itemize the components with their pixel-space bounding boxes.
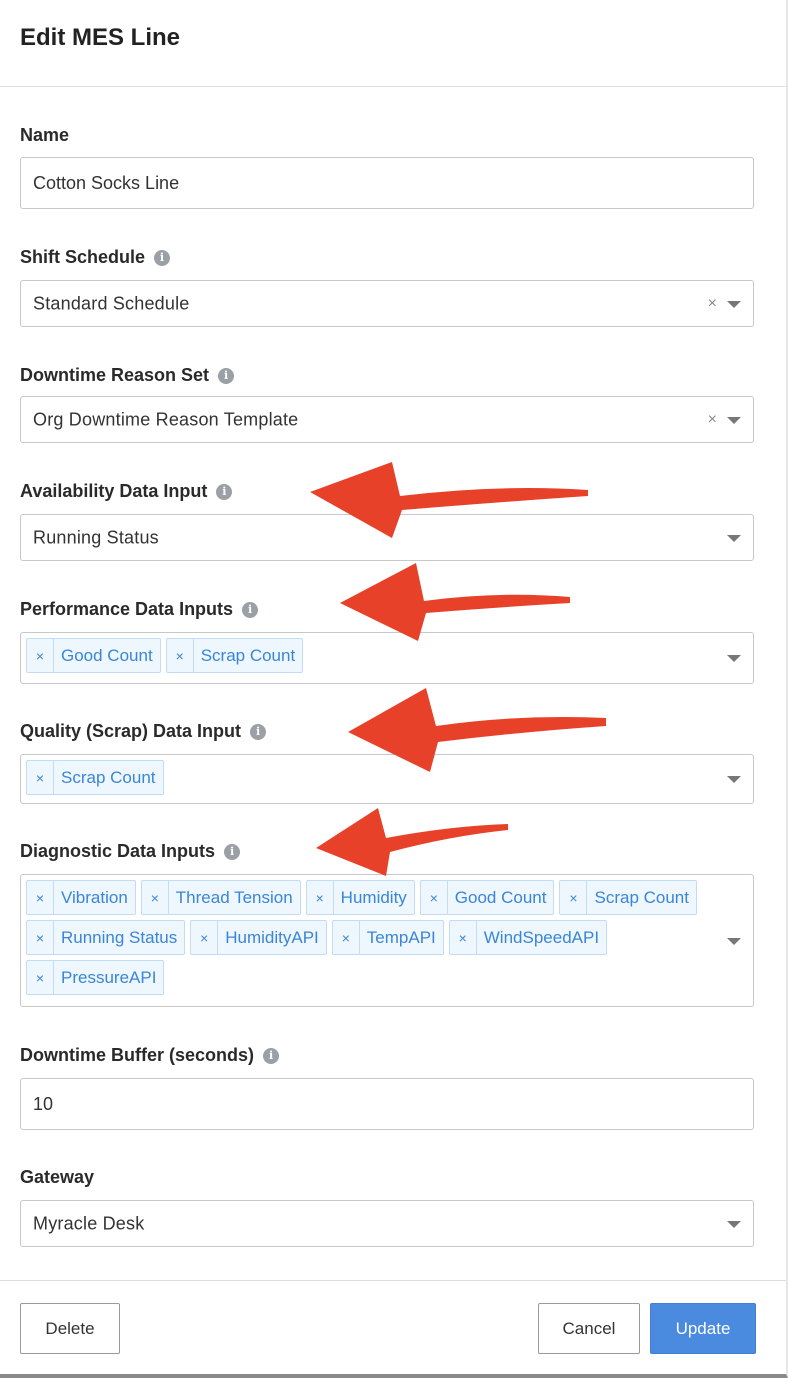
shift-schedule-label: Shift Schedule i bbox=[20, 247, 171, 268]
tag-remove-icon[interactable]: × bbox=[142, 881, 169, 914]
chevron-down-icon[interactable] bbox=[727, 1220, 741, 1228]
availability-label-text: Availability Data Input bbox=[20, 481, 208, 501]
downtime-reason-set-label: Downtime Reason Set i bbox=[20, 365, 235, 386]
tag-label: Scrap Count bbox=[594, 887, 689, 907]
name-label: Name bbox=[20, 125, 69, 146]
chevron-down-icon[interactable] bbox=[727, 776, 741, 783]
tag-label: WindSpeedAPI bbox=[483, 927, 600, 947]
tag: × WindSpeedAPI bbox=[448, 920, 608, 955]
gateway-label-text: Gateway bbox=[20, 1167, 95, 1187]
downtime-buffer-input[interactable] bbox=[21, 1079, 753, 1129]
chevron-down-icon[interactable] bbox=[727, 416, 741, 424]
tag-remove-icon[interactable]: × bbox=[27, 881, 54, 914]
annotation-arrow-icon bbox=[316, 808, 508, 876]
chevron-down-icon[interactable] bbox=[727, 300, 741, 308]
quality-label-text: Quality (Scrap) Data Input bbox=[20, 721, 242, 741]
tag: × Scrap Count bbox=[559, 880, 697, 915]
diagnostic-multiselect[interactable]: × Vibration × Thread Tension × Humidity × Go… bbox=[20, 874, 754, 1007]
tag-label: Good Count bbox=[454, 887, 547, 907]
tag-remove-icon[interactable]: × bbox=[27, 639, 54, 672]
info-icon[interactable]: i bbox=[242, 601, 259, 618]
gateway-select[interactable]: Myracle Desk bbox=[20, 1200, 754, 1247]
tag: × PressureAPI bbox=[26, 960, 165, 995]
delete-button[interactable]: Delete bbox=[20, 1303, 120, 1354]
annotation-arrow-shape bbox=[316, 808, 508, 876]
name-label-text: Name bbox=[20, 125, 70, 145]
chevron-down-icon[interactable] bbox=[727, 655, 741, 662]
tag-label: Running Status bbox=[61, 927, 178, 947]
shift-schedule-value: Standard Schedule bbox=[33, 293, 190, 313]
annotation-arrow-icon bbox=[340, 563, 570, 641]
name-input[interactable] bbox=[21, 158, 753, 208]
tag: × Scrap Count bbox=[26, 760, 164, 795]
tag-label: Humidity bbox=[340, 887, 407, 907]
modal-header: Edit MES Line bbox=[0, 0, 786, 87]
availability-value: Running Status bbox=[33, 527, 159, 547]
downtime-buffer-label-text: Downtime Buffer (seconds) bbox=[20, 1045, 255, 1065]
info-icon[interactable]: i bbox=[250, 723, 267, 740]
tag-label: HumidityAPI bbox=[225, 927, 319, 947]
tag: × Humidity bbox=[305, 880, 415, 915]
tag: × Running Status bbox=[26, 920, 186, 955]
tag-label: Scrap Count bbox=[61, 767, 156, 787]
info-icon[interactable]: i bbox=[154, 249, 171, 266]
tag: × HumidityAPI bbox=[190, 920, 327, 955]
annotation-arrow-shape bbox=[340, 563, 570, 641]
info-icon[interactable]: i bbox=[263, 1047, 280, 1064]
info-icon[interactable]: i bbox=[224, 843, 241, 860]
downtime-buffer-field[interactable] bbox=[20, 1078, 754, 1130]
gateway-label: Gateway bbox=[20, 1167, 94, 1188]
chevron-down-icon[interactable] bbox=[727, 534, 741, 542]
tag-label: TempAPI bbox=[366, 927, 436, 947]
tag-remove-icon[interactable]: × bbox=[191, 921, 219, 954]
tag-remove-icon[interactable]: × bbox=[27, 921, 54, 954]
modal-title: Edit MES Line bbox=[20, 24, 181, 51]
tag-remove-icon[interactable]: × bbox=[27, 761, 54, 794]
name-field[interactable] bbox=[20, 157, 754, 209]
diagnostic-label: Diagnostic Data Inputs i bbox=[20, 841, 241, 862]
shift-schedule-label-text: Shift Schedule bbox=[20, 247, 146, 267]
chevron-down-icon[interactable] bbox=[727, 937, 741, 945]
downtime-reason-set-label-text: Downtime Reason Set bbox=[20, 365, 210, 385]
tag-remove-icon[interactable]: × bbox=[560, 881, 588, 914]
tag: × Vibration bbox=[26, 880, 136, 915]
modal-footer: Delete Cancel Update bbox=[0, 1280, 786, 1375]
annotation-arrow-icon bbox=[310, 462, 588, 538]
diagnostic-label-text: Diagnostic Data Inputs bbox=[20, 841, 216, 861]
info-icon[interactable]: i bbox=[218, 367, 235, 384]
annotation-arrow-icon bbox=[348, 688, 606, 772]
gateway-value: Myracle Desk bbox=[33, 1213, 145, 1233]
downtime-buffer-label: Downtime Buffer (seconds) i bbox=[20, 1045, 280, 1066]
tag: × Good Count bbox=[419, 880, 555, 915]
tag-label: Vibration bbox=[61, 887, 128, 907]
tag-remove-icon[interactable]: × bbox=[307, 881, 334, 914]
tag-label: Scrap Count bbox=[200, 645, 296, 665]
annotation-arrow-shape bbox=[310, 462, 588, 538]
performance-label-text: Performance Data Inputs bbox=[20, 599, 234, 619]
tag-remove-icon[interactable]: × bbox=[27, 961, 54, 994]
tag: × Thread Tension bbox=[140, 880, 301, 915]
tag-label: Good Count bbox=[61, 645, 153, 665]
tag-remove-icon[interactable]: × bbox=[167, 639, 194, 672]
tag: × Scrap Count bbox=[165, 638, 304, 673]
clear-icon[interactable]: × bbox=[708, 411, 717, 429]
info-icon[interactable]: i bbox=[216, 483, 233, 500]
downtime-reason-set-select[interactable]: Org Downtime Reason Template × bbox=[20, 396, 754, 443]
quality-label: Quality (Scrap) Data Input i bbox=[20, 721, 267, 742]
tag-label: Thread Tension bbox=[175, 887, 293, 907]
update-button[interactable]: Update bbox=[650, 1303, 756, 1354]
tag-remove-icon[interactable]: × bbox=[421, 881, 448, 914]
downtime-reason-set-value: Org Downtime Reason Template bbox=[33, 409, 299, 429]
cancel-button[interactable]: Cancel bbox=[538, 1303, 640, 1354]
availability-label: Availability Data Input i bbox=[20, 481, 233, 502]
annotation-arrow-shape bbox=[348, 688, 606, 772]
tag-remove-icon[interactable]: × bbox=[333, 921, 360, 954]
tag-label: PressureAPI bbox=[61, 967, 157, 987]
tag: × TempAPI bbox=[331, 920, 444, 955]
tag: × Good Count bbox=[26, 638, 161, 673]
tag-remove-icon[interactable]: × bbox=[450, 921, 477, 954]
performance-label: Performance Data Inputs i bbox=[20, 599, 259, 620]
clear-icon[interactable]: × bbox=[708, 295, 717, 313]
shift-schedule-select[interactable]: Standard Schedule × bbox=[20, 280, 754, 327]
